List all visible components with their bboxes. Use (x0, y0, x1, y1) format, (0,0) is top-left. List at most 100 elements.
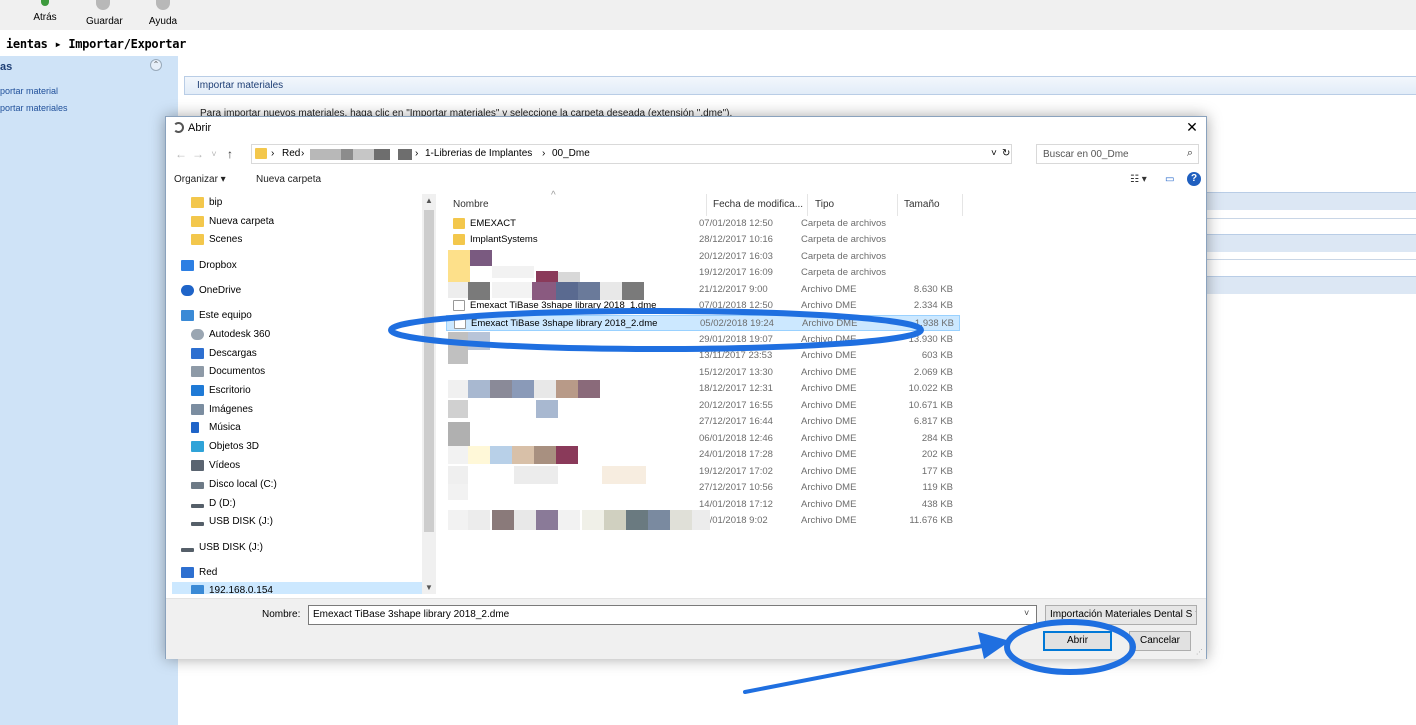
address-bar[interactable]: › Red › › 1-Librerias de Implantes › 00_… (251, 144, 1012, 164)
organize-button[interactable]: Organizar ▾ (174, 174, 226, 185)
images-icon (191, 404, 204, 415)
nav-item[interactable]: Este equipo (172, 307, 422, 325)
nav-scrollbar-thumb[interactable] (424, 210, 434, 532)
nav-item[interactable]: Música (172, 419, 422, 437)
file-row[interactable]: ImplantSystems 28/12/2017 10:16 Carpeta de… (446, 232, 960, 248)
file-row[interactable]: 20/12/2017 16:03 Carpeta de archivos (446, 249, 960, 265)
filename-input[interactable]: Emexact TiBase 3shape library 2018_2.dme (308, 605, 1037, 625)
file-size: 10.022 KB (908, 383, 953, 394)
nav-item[interactable]: Vídeos (172, 457, 422, 475)
file-type: Archivo DME (801, 482, 857, 493)
folder-icon (191, 234, 204, 245)
cancel-button[interactable]: Cancelar (1129, 631, 1191, 651)
nav-item[interactable]: USB DISK (J:) (172, 513, 422, 531)
nav-item-label: Red (199, 567, 218, 578)
collapsed-panel (1205, 276, 1416, 294)
new-folder-button[interactable]: Nueva carpeta (256, 174, 321, 185)
file-row[interactable]: EMEXACT 07/01/2018 12:50 Carpeta de archiv… (446, 216, 960, 232)
file-row[interactable]: 29/01/2018 19:07 Archivo DME 13.930 KB (446, 332, 960, 348)
refresh-icon[interactable]: ↻ (1002, 148, 1010, 159)
nav-item[interactable]: USB DISK (J:) (172, 539, 422, 557)
file-row[interactable]: 13/11/2017 23:53 Archivo DME 603 KB (446, 348, 960, 364)
nav-item-label: bip (209, 197, 223, 208)
help-button[interactable]: Ayuda (148, 0, 178, 30)
scroll-down-icon[interactable]: ▼ (425, 583, 433, 592)
resize-grip-icon[interactable]: ⋰ (1196, 648, 1203, 656)
file-row[interactable]: 27/12/2017 16:44 Archivo DME 6.817 KB (446, 414, 960, 430)
file-row[interactable]: 06/01/2018 12:46 Archivo DME 284 KB (446, 431, 960, 447)
file-date: 14/01/2018 17:12 (699, 499, 773, 510)
file-row[interactable]: 15/12/2017 13:30 Archivo DME 2.069 KB (446, 365, 960, 381)
nav-item[interactable]: D (D:) (172, 495, 422, 513)
breadcrumb-red[interactable]: Red (282, 148, 300, 159)
dialog-footer: Nombre: Emexact TiBase 3shape library 20… (166, 598, 1206, 659)
file-type: Archivo DME (801, 300, 857, 311)
nav-item[interactable]: Objetos 3D (172, 438, 422, 456)
scroll-up-icon[interactable]: ▲ (425, 196, 433, 205)
file-row[interactable]: Emexact TiBase 3shape library 2018_2.dme… (446, 315, 960, 331)
file-type: Carpeta de archivos (801, 234, 887, 245)
file-size: 10.671 KB (908, 400, 953, 411)
column-divider[interactable] (706, 194, 707, 216)
nav-item[interactable]: Documentos (172, 363, 422, 381)
column-header-size[interactable]: Tamaño (904, 199, 940, 210)
file-row[interactable]: Emexact TiBase 3shape library 2018_1.dme… (446, 298, 960, 314)
up-arrow-icon[interactable]: ↑ (223, 146, 237, 162)
drive-icon (191, 504, 204, 508)
nav-item[interactable]: Nueva carpeta (172, 213, 422, 231)
nav-item[interactable]: 192.168.0.154 (172, 582, 422, 594)
redacted-block (341, 149, 353, 160)
sidebar-item-import-materials[interactable]: portar materiales (0, 103, 68, 113)
redacted-block (353, 149, 374, 160)
nav-item-label: Objetos 3D (209, 441, 260, 452)
nav-item[interactable]: OneDrive (172, 282, 422, 300)
nav-item-label: Vídeos (209, 460, 241, 471)
file-date: 19/12/2017 16:09 (699, 267, 773, 278)
file-date: 07/01/2018 12:50 (699, 218, 773, 229)
breadcrumb-library[interactable]: 1-Librerias de Implantes (425, 148, 532, 159)
folder-icon (255, 148, 267, 159)
chevron-down-icon[interactable]: ˅ (1024, 608, 1029, 618)
file-type: Archivo DME (801, 466, 857, 477)
close-icon[interactable]: ✕ (1184, 119, 1200, 135)
column-divider[interactable] (897, 194, 898, 216)
preview-pane-icon[interactable]: ▭ (1165, 174, 1174, 185)
column-header-type[interactable]: Tipo (815, 199, 834, 210)
file-size: 119 KB (922, 482, 953, 493)
nav-item[interactable]: Autodesk 360 (172, 326, 422, 344)
help-icon[interactable]: ? (1187, 172, 1201, 186)
nav-item[interactable]: Dropbox (172, 257, 422, 275)
desktop-icon (191, 385, 204, 396)
column-divider[interactable] (807, 194, 808, 216)
breadcrumb-current[interactable]: 00_Dme (552, 148, 590, 159)
search-input[interactable]: Buscar en 00_Dme ⌕ (1036, 144, 1199, 164)
collapse-icon[interactable]: ⌃ (150, 59, 162, 71)
column-header-date[interactable]: Fecha de modifica... (713, 199, 803, 210)
column-header-name[interactable]: Nombre (453, 199, 489, 210)
nav-item[interactable]: Red (172, 564, 422, 582)
file-row[interactable]: 20/12/2017 16:55 Archivo DME 10.671 KB (446, 398, 960, 414)
nav-item[interactable]: Disco local (C:) (172, 476, 422, 494)
file-size: 177 KB (921, 466, 953, 477)
open-button[interactable]: Abrir (1043, 631, 1112, 651)
back-button[interactable]: Atrás (32, 0, 58, 30)
chevron-down-icon[interactable]: ˅ (991, 148, 997, 159)
nav-item-label: Este equipo (199, 310, 252, 321)
save-button[interactable]: Guardar (86, 0, 123, 30)
nav-item[interactable]: Descargas (172, 345, 422, 363)
file-size: 6.817 KB (913, 416, 953, 427)
nav-item[interactable]: Escritorio (172, 382, 422, 400)
sidebar-item-import-material[interactable]: portar material (0, 86, 58, 96)
nav-item[interactable]: bip (172, 194, 422, 212)
file-type-select[interactable]: Importación Materiales Dental S ˅ (1045, 605, 1197, 625)
video-icon (191, 460, 204, 471)
back-arrow-icon[interactable]: ← (174, 146, 188, 162)
nav-item[interactable]: Scenes (172, 231, 422, 249)
view-options-icon[interactable]: ☷ ▾ (1130, 174, 1147, 185)
file-size: 13.930 KB (908, 334, 953, 345)
recent-locations-icon[interactable]: ˅ (207, 146, 221, 162)
folder-icon (453, 234, 465, 245)
column-divider[interactable] (962, 194, 963, 216)
forward-arrow-icon[interactable]: → (191, 146, 205, 162)
nav-item[interactable]: Imágenes (172, 401, 422, 419)
